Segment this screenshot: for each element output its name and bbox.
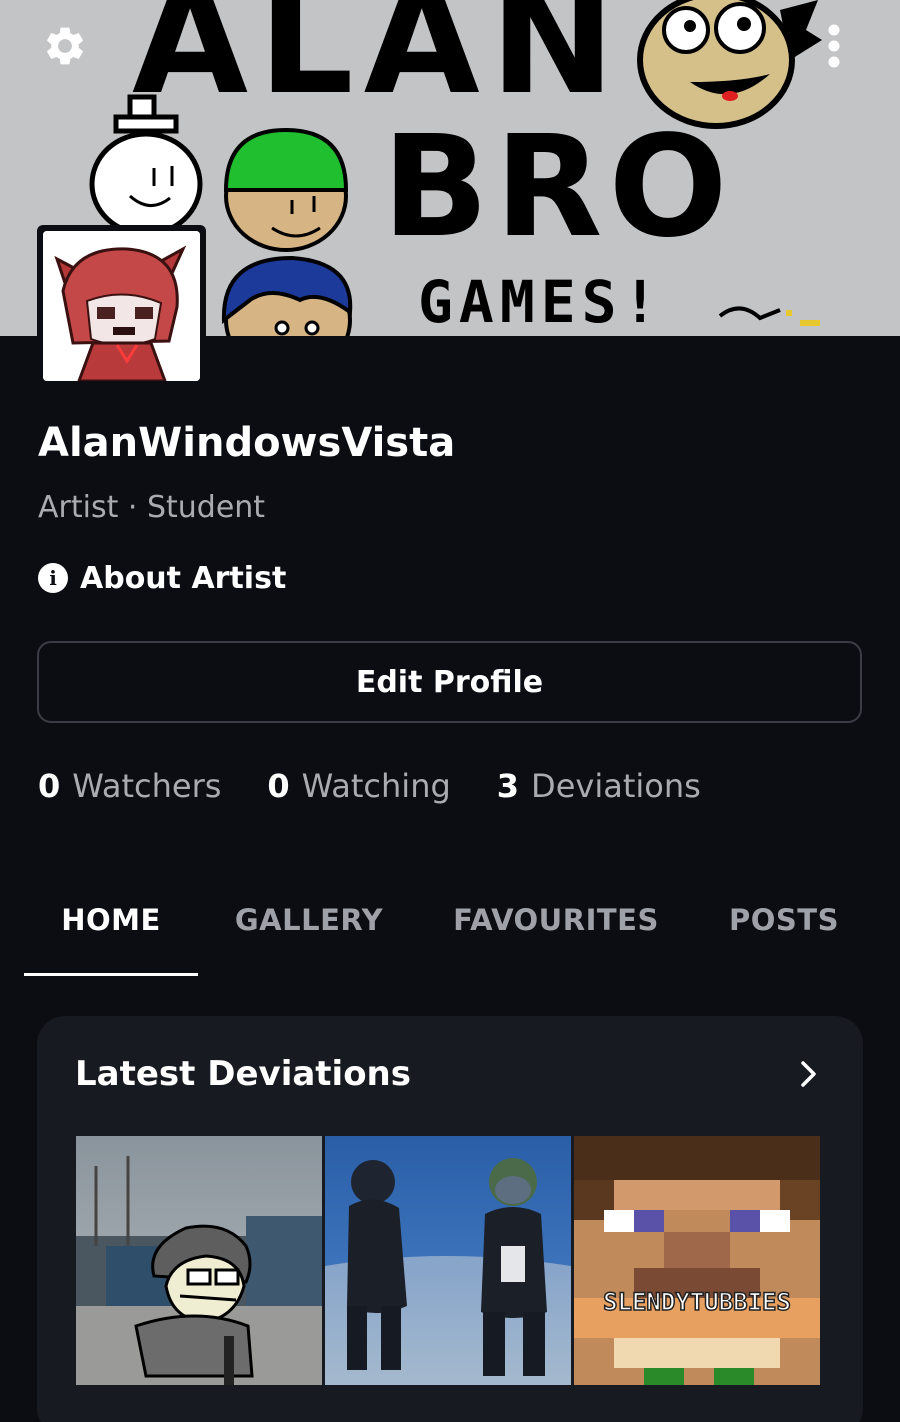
edit-profile-button[interactable]: Edit Profile — [37, 641, 862, 723]
stat-watchers[interactable]: 0 Watchers — [38, 767, 221, 805]
tab-home[interactable]: HOME — [24, 890, 198, 976]
deviation-image-3 — [574, 1136, 820, 1385]
tab-gallery[interactable]: GALLERY — [198, 890, 420, 950]
banner-title-games: GAMES! — [418, 268, 664, 336]
stat-deviations-count: 3 — [496, 767, 520, 805]
deviation-thumb-2[interactable] — [325, 1136, 571, 1385]
avatar-image — [43, 231, 200, 381]
more-options-button[interactable] — [816, 20, 852, 72]
settings-button[interactable] — [40, 24, 90, 68]
about-artist-label: About Artist — [80, 560, 287, 596]
about-artist-link[interactable]: i About Artist — [38, 558, 286, 598]
deviation-thumb-3-caption: SLENDYTUBBIES — [602, 1287, 791, 1317]
deviation-image-1 — [76, 1136, 322, 1385]
avatar[interactable] — [37, 225, 206, 387]
banner-title-bro: BRO — [382, 106, 734, 269]
stat-deviations[interactable]: 3 Deviations — [497, 767, 701, 805]
more-vertical-icon — [828, 24, 840, 68]
deviation-thumbnails: SLENDYTUBBIES — [76, 1136, 820, 1385]
profile-tabs: HOME GALLERY FAVOURITES POSTS — [24, 890, 876, 980]
latest-deviations-card: Latest Deviations SLENDYTUBBIES — [37, 1016, 863, 1422]
deviation-thumb-1[interactable] — [76, 1136, 322, 1385]
stat-deviations-label: Deviations — [531, 767, 701, 805]
stat-watching-label: Watching — [301, 767, 451, 805]
profile-username: AlanWindowsVista — [38, 420, 456, 466]
stat-watching[interactable]: 0 Watching — [267, 767, 450, 805]
tab-posts[interactable]: POSTS — [692, 890, 876, 950]
chevron-right-icon — [801, 1061, 816, 1087]
deviation-image-2 — [325, 1136, 571, 1385]
banner-title-alan: ALAN — [132, 0, 626, 128]
profile-subtitle: Artist · Student — [38, 490, 266, 525]
stat-watchers-count: 0 — [38, 767, 61, 805]
see-all-button[interactable] — [791, 1056, 827, 1092]
stat-watchers-label: Watchers — [72, 767, 222, 805]
avatar-art — [43, 231, 200, 381]
tab-favourites[interactable]: FAVOURITES — [420, 890, 692, 950]
stat-watching-count: 0 — [267, 767, 290, 805]
deviation-thumb-3[interactable]: SLENDYTUBBIES — [574, 1136, 820, 1385]
profile-stats: 0 Watchers 0 Watching 3 Deviations — [38, 764, 747, 808]
latest-deviations-title: Latest Deviations — [75, 1054, 411, 1094]
info-icon: i — [38, 563, 68, 593]
gear-icon — [47, 27, 83, 65]
